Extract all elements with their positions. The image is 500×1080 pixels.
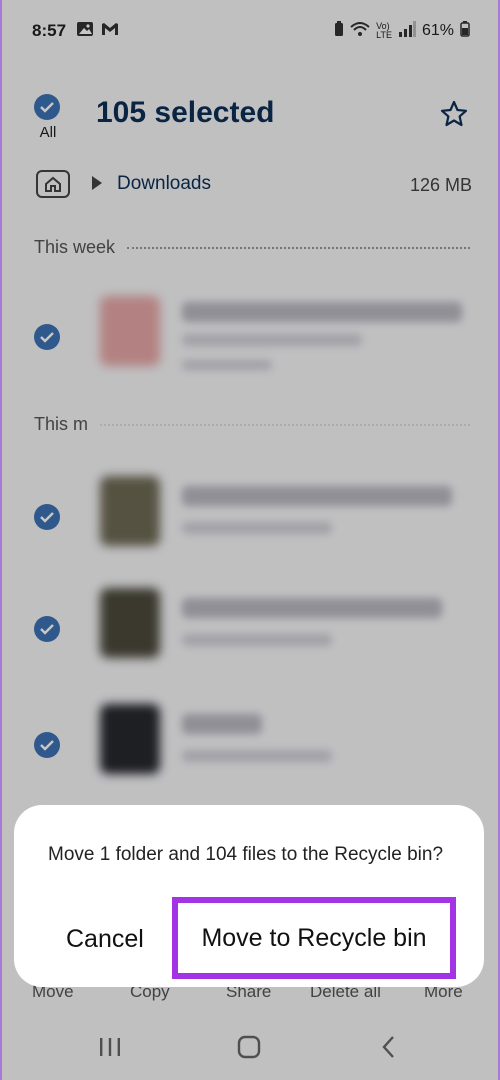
confirm-dialog: Move 1 folder and 104 files to the Recyc…: [14, 805, 484, 987]
cancel-button[interactable]: Cancel: [66, 925, 144, 954]
move-to-recycle-bin-button[interactable]: Move to Recycle bin: [172, 897, 456, 979]
dialog-message: Move 1 folder and 104 files to the Recyc…: [48, 844, 444, 865]
